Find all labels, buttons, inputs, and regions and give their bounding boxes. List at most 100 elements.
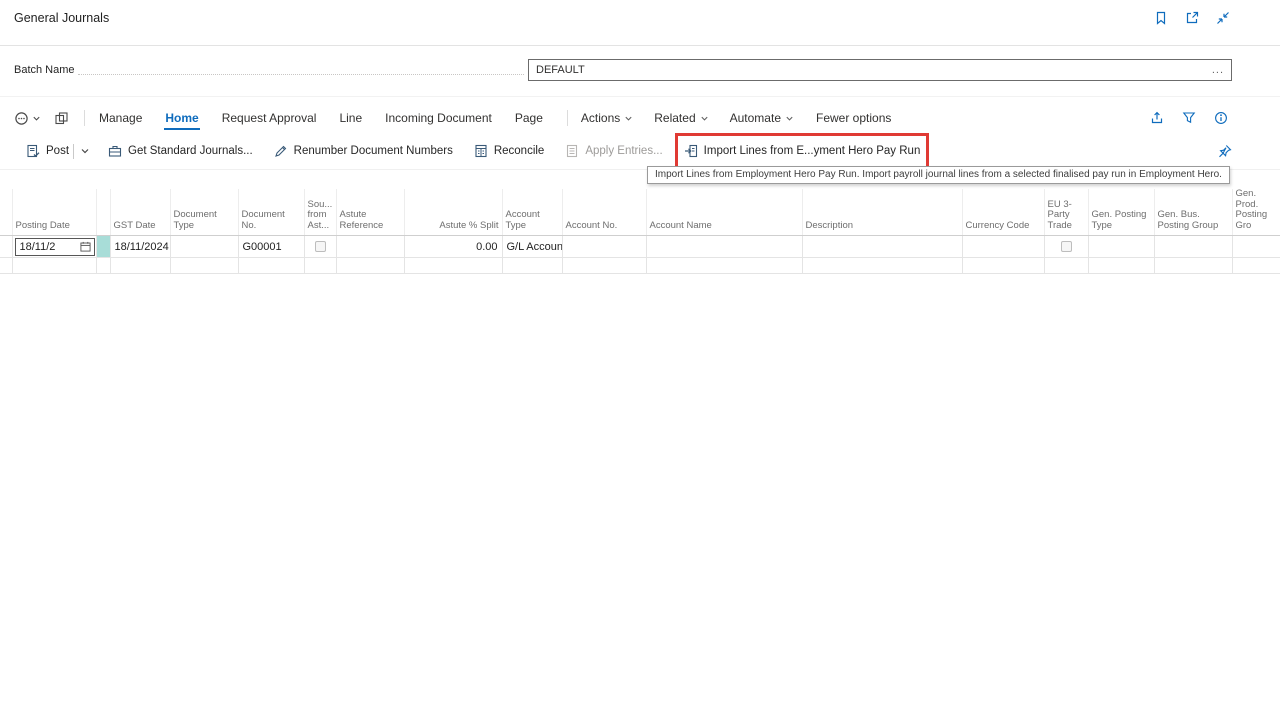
title-divider xyxy=(0,45,1280,46)
menu-item-page[interactable]: Page xyxy=(514,106,544,130)
document-no-cell[interactable]: G00001 xyxy=(238,235,305,258)
posting-date-input[interactable]: 18/11/2 xyxy=(14,237,95,256)
account-type-cell[interactable]: G/L Account xyxy=(502,235,563,258)
tooltip: Import Lines from Employment Hero Pay Ru… xyxy=(647,166,1230,184)
currency-code-cell[interactable] xyxy=(962,235,1045,258)
eu-3party-trade-cell[interactable] xyxy=(1044,235,1089,258)
gen-prod-posting-group-cell[interactable] xyxy=(1232,235,1280,258)
col-source-from-astute[interactable]: Sou... from Ast... xyxy=(304,189,337,236)
empty-cell[interactable] xyxy=(1044,257,1089,274)
empty-cell[interactable] xyxy=(12,257,97,274)
empty-cell[interactable] xyxy=(1154,257,1233,274)
empty-cell[interactable] xyxy=(502,257,563,274)
empty-cell[interactable] xyxy=(962,257,1045,274)
import-lines-from-employment-hero-button[interactable]: Import Lines from E...yment Hero Pay Run xyxy=(674,133,930,169)
page-title: General Journals xyxy=(14,11,110,25)
empty-row xyxy=(0,257,1280,274)
col-gen-prod-posting-group[interactable]: Gen. Prod. Posting Gro xyxy=(1232,189,1280,236)
batch-divider xyxy=(0,96,1280,97)
account-no-cell[interactable] xyxy=(562,235,647,258)
reconcile-button[interactable]: Reconcile xyxy=(472,140,547,162)
titlebar-icons xyxy=(1152,9,1232,27)
menu-item-request-approval[interactable]: Request Approval xyxy=(221,106,318,130)
empty-cell[interactable] xyxy=(110,257,171,274)
info-icon[interactable] xyxy=(1212,109,1230,127)
gen-bus-posting-group-cell[interactable] xyxy=(1154,235,1233,258)
col-document-no[interactable]: Document No. xyxy=(238,189,305,236)
post-split-divider xyxy=(73,143,75,159)
col-astute-reference[interactable]: Astute Reference xyxy=(336,189,405,236)
col-gst-date[interactable]: GST Date xyxy=(110,189,171,236)
col-currency-code[interactable]: Currency Code xyxy=(962,189,1045,236)
filter-icon[interactable] xyxy=(1180,109,1198,127)
col-posting-date[interactable]: Posting Date xyxy=(12,189,97,236)
empty-cell[interactable] xyxy=(238,257,305,274)
row-selector-cell[interactable] xyxy=(0,235,13,258)
empty-cell[interactable] xyxy=(562,257,647,274)
col-gen-bus-posting-group[interactable]: Gen. Bus. Posting Group xyxy=(1154,189,1233,236)
menu-bar: Manage Home Request Approval Line Incomi… xyxy=(0,104,1280,132)
menu-separator xyxy=(566,110,568,126)
col-astute-pct-split[interactable]: Astute % Split xyxy=(404,189,503,236)
col-account-no[interactable]: Account No. xyxy=(562,189,647,236)
astute-pct-split-cell[interactable]: 0.00 xyxy=(404,235,503,258)
description-cell[interactable] xyxy=(802,235,963,258)
col-gen-posting-type[interactable]: Gen. Posting Type xyxy=(1088,189,1155,236)
pin-icon[interactable] xyxy=(1218,144,1232,158)
calendar-icon[interactable] xyxy=(79,241,91,252)
empty-cell[interactable] xyxy=(404,257,503,274)
menu-dropdown-automate[interactable]: Automate xyxy=(730,111,794,125)
post-button[interactable]: Post xyxy=(24,140,71,162)
empty-cell[interactable] xyxy=(646,257,803,274)
gst-date-cell[interactable]: 18/11/2024 xyxy=(110,235,171,258)
col-account-name[interactable]: Account Name xyxy=(646,189,803,236)
empty-cell[interactable] xyxy=(1232,257,1280,274)
account-name-cell[interactable] xyxy=(646,235,803,258)
menu-dropdown-actions[interactable]: Actions xyxy=(581,111,633,125)
eu-3party-trade-checkbox[interactable] xyxy=(1060,241,1072,253)
bookmark-icon[interactable] xyxy=(1152,9,1170,27)
get-standard-journals-button[interactable]: Get Standard Journals... xyxy=(106,140,255,162)
batch-name-input[interactable]: DEFAULT ... xyxy=(528,59,1232,81)
batch-lookup-button[interactable]: ... xyxy=(1212,64,1224,76)
empty-cell[interactable] xyxy=(1088,257,1155,274)
row-selector-header xyxy=(0,189,13,236)
col-account-type[interactable]: Account Type xyxy=(502,189,563,236)
selected-cell-indicator[interactable] xyxy=(96,235,111,258)
source-from-astute-checkbox[interactable] xyxy=(314,241,326,253)
empty-cell[interactable] xyxy=(802,257,963,274)
menu-item-fewer-options[interactable]: Fewer options xyxy=(815,106,892,130)
menu-dropdown-related[interactable]: Related xyxy=(654,111,708,125)
empty-cell[interactable] xyxy=(96,257,111,274)
empty-cell[interactable] xyxy=(336,257,405,274)
menu-item-line[interactable]: Line xyxy=(338,106,363,130)
menu-item-incoming-document[interactable]: Incoming Document xyxy=(384,106,493,130)
batch-name-value: DEFAULT xyxy=(536,64,585,76)
empty-cell[interactable] xyxy=(170,257,239,274)
menu-right-icons xyxy=(1148,109,1230,127)
col-document-type[interactable]: Document Type xyxy=(170,189,239,236)
collapse-icon[interactable] xyxy=(1214,9,1232,27)
apply-entries-icon xyxy=(565,144,579,158)
share-icon[interactable] xyxy=(1148,109,1166,127)
astute-reference-cell[interactable] xyxy=(336,235,405,258)
document-type-cell[interactable] xyxy=(170,235,239,258)
open-in-new-window-icon[interactable] xyxy=(1183,9,1201,27)
context-circle-icon[interactable] xyxy=(14,111,41,126)
col-description[interactable]: Description xyxy=(802,189,963,236)
menu-item-home[interactable]: Home xyxy=(164,106,200,130)
gen-posting-type-cell[interactable] xyxy=(1088,235,1155,258)
post-icon xyxy=(26,144,40,158)
source-from-astute-cell[interactable] xyxy=(304,235,337,258)
posting-date-cell[interactable]: 18/11/2 xyxy=(12,235,97,258)
empty-cell[interactable] xyxy=(0,257,13,274)
chevron-down-icon xyxy=(625,116,632,121)
post-dropdown-button[interactable] xyxy=(80,146,90,156)
empty-cell[interactable] xyxy=(304,257,337,274)
col-eu-3party-trade[interactable]: EU 3-Party Trade xyxy=(1044,189,1089,236)
pages-icon[interactable] xyxy=(54,111,69,126)
renumber-document-numbers-button[interactable]: Renumber Document Numbers xyxy=(272,140,455,162)
header-row: Posting Date GST Date Document Type Docu… xyxy=(0,189,1280,236)
col-gap xyxy=(96,189,111,236)
menu-item-manage[interactable]: Manage xyxy=(98,106,143,130)
